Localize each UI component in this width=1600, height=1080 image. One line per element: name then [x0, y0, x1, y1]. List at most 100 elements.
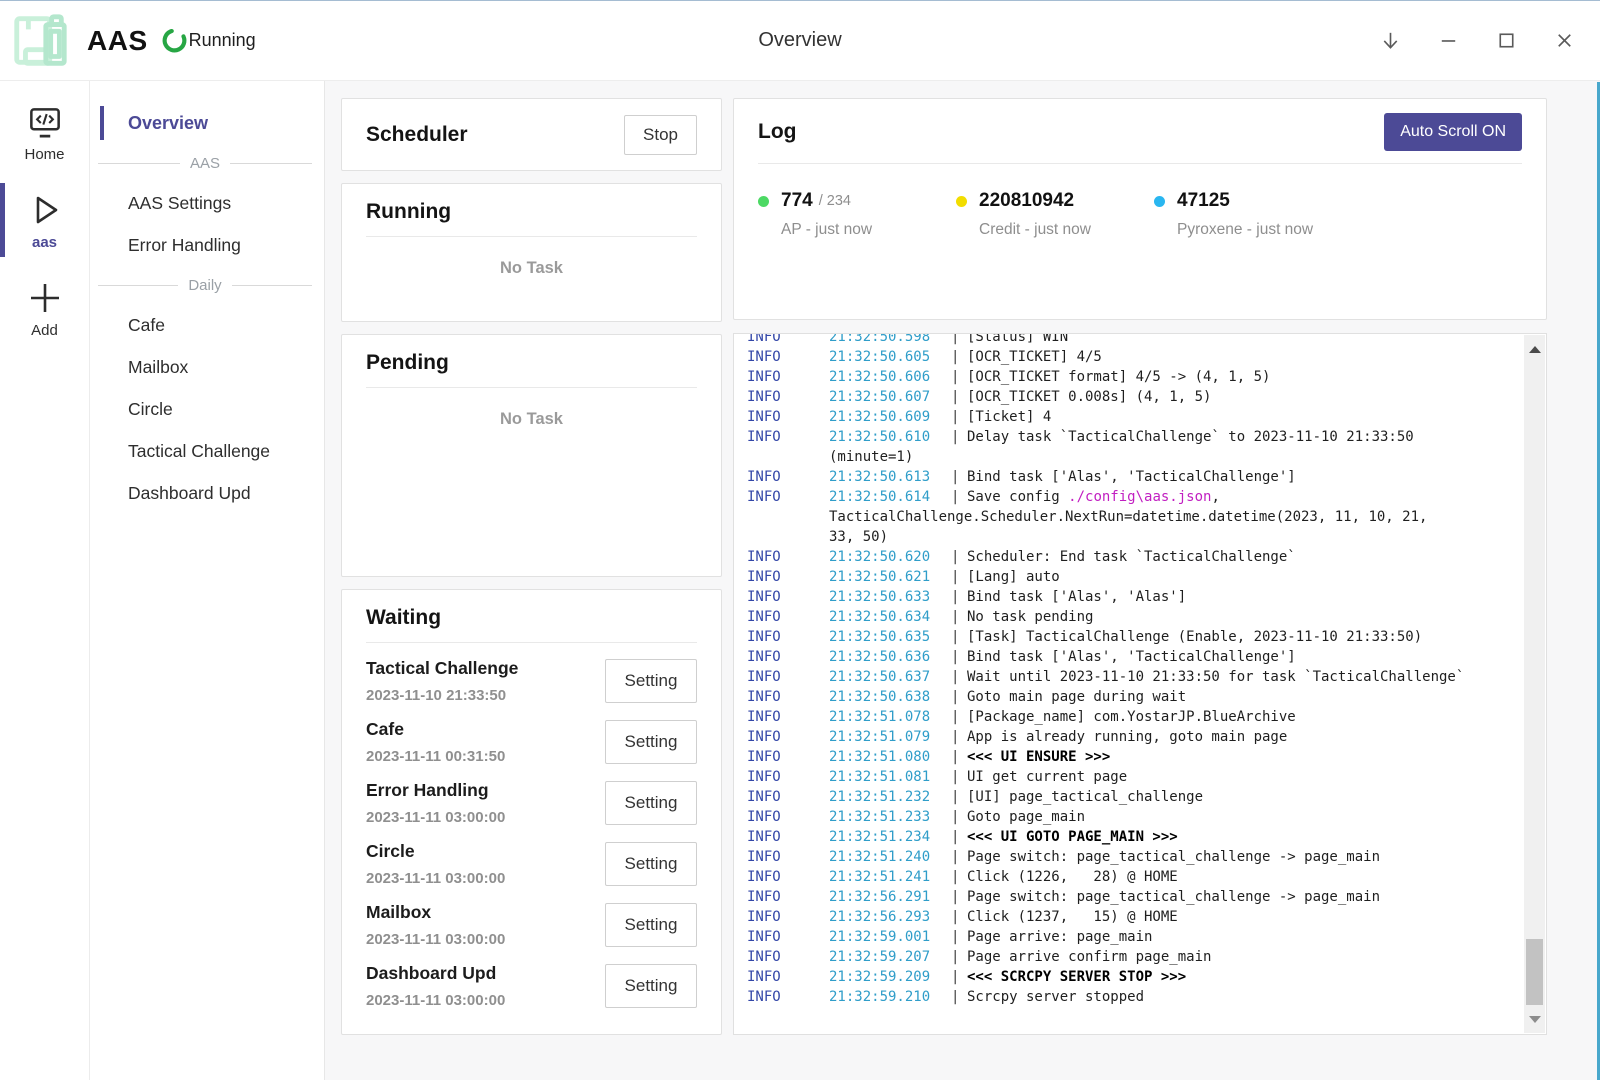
pending-title: Pending [366, 351, 697, 375]
app-logo: AAS Running [0, 10, 256, 72]
log-line: INFO 21:32:50.638 | Goto main page durin… [747, 687, 1512, 707]
sidebar-section-divider: Daily [90, 266, 324, 304]
log-line-continuation: TacticalChallenge.Scheduler.NextRun=date… [747, 507, 1512, 527]
log-console[interactable]: INFO 21:32:50.598 | [Status] WIN INFO 21… [733, 333, 1547, 1035]
task-setting-button[interactable]: Setting [605, 964, 697, 1008]
log-line: INFO 21:32:56.293 | Click (1237, 15) @ H… [747, 907, 1512, 927]
log-line: INFO 21:32:50.607 | [OCR_TICKET 0.008s] … [747, 387, 1512, 407]
stat-dot-icon [956, 196, 967, 207]
log-line: INFO 21:32:56.291 | Page switch: page_ta… [747, 887, 1512, 907]
rail-item-add[interactable]: Add [0, 275, 89, 341]
log-card: Log Auto Scroll ON 774 / 234 AP - just n… [733, 98, 1547, 320]
log-line: INFO 21:32:50.598 | [Status] WIN [747, 333, 1512, 347]
log-line: INFO 21:32:51.079 | App is already runni… [747, 727, 1512, 747]
task-next-run-time: 2023-11-11 03:00:00 [366, 992, 505, 1009]
task-name: Tactical Challenge [366, 658, 518, 679]
task-next-run-time: 2023-11-10 21:33:50 [366, 687, 518, 704]
task-name: Error Handling [366, 780, 505, 801]
log-line-continuation: (minute=1) [747, 447, 1512, 467]
pending-card: Pending No Task [341, 334, 722, 577]
scroll-down-arrow-icon[interactable] [1524, 1009, 1545, 1029]
sidebar-item-tactical-challenge[interactable]: Tactical Challenge [90, 430, 324, 472]
dashboard-stats: 774 / 234 AP - just now 220810942 Credit… [758, 190, 1522, 239]
minimize-icon[interactable] [1436, 29, 1460, 53]
log-line: INFO 21:32:59.001 | Page arrive: page_ma… [747, 927, 1512, 947]
sidebar-item-overview[interactable]: Overview [90, 102, 324, 144]
log-line: INFO 21:32:50.614 | Save config ./config… [747, 487, 1512, 507]
sidebar-item-aas-settings[interactable]: AAS Settings [90, 182, 324, 224]
log-line: INFO 21:32:51.080 | <<< UI ENSURE >>> [747, 747, 1512, 767]
task-next-run-time: 2023-11-11 03:00:00 [366, 931, 505, 948]
stat-dot-icon [1154, 196, 1165, 207]
rail-item-home[interactable]: Home [0, 101, 89, 165]
task-name: Mailbox [366, 902, 505, 923]
log-line: INFO 21:32:51.240 | Page switch: page_ta… [747, 847, 1512, 867]
task-setting-button[interactable]: Setting [605, 781, 697, 825]
log-line: INFO 21:32:51.232 | [UI] page_tactical_c… [747, 787, 1512, 807]
waiting-task-mailbox: Mailbox 2023-11-11 03:00:00 Setting [366, 902, 697, 948]
scheduler-title: Scheduler [366, 123, 468, 147]
log-line: INFO 21:32:50.610 | Delay task `Tactical… [747, 427, 1512, 447]
running-title: Running [366, 200, 697, 224]
close-icon[interactable] [1552, 29, 1576, 53]
waiting-title: Waiting [366, 606, 697, 630]
sidebar-item-cafe[interactable]: Cafe [90, 304, 324, 346]
log-line: INFO 21:32:51.233 | Goto page_main [747, 807, 1512, 827]
stat-pyroxene-just-now: 47125 Pyroxene - just now [1154, 190, 1352, 239]
log-line: INFO 21:32:50.605 | [OCR_TICKET] 4/5 [747, 347, 1512, 367]
log-line-continuation: 33, 50) [747, 527, 1512, 547]
task-setting-button[interactable]: Setting [605, 842, 697, 886]
waiting-task-error-handling: Error Handling 2023-11-11 03:00:00 Setti… [366, 780, 697, 826]
waiting-task-tactical-challenge: Tactical Challenge 2023-11-10 21:33:50 S… [366, 658, 697, 704]
rail-item-aas[interactable]: aas [0, 187, 89, 253]
task-setting-button[interactable]: Setting [605, 659, 697, 703]
maximize-icon[interactable] [1494, 29, 1518, 53]
log-line: INFO 21:32:59.209 | <<< SCRCPY SERVER ST… [747, 967, 1512, 987]
log-line: INFO 21:32:59.210 | Scrcpy server stoppe… [747, 987, 1512, 1007]
sidebar-item-mailbox[interactable]: Mailbox [90, 346, 324, 388]
plus-icon [26, 279, 64, 317]
scheduler-status-text: Running [189, 30, 256, 51]
app-window: AAS Running Overview [0, 0, 1600, 1080]
icon-rail: Home aas Add [0, 81, 90, 1080]
log-line: INFO 21:32:51.241 | Click (1226, 28) @ H… [747, 867, 1512, 887]
log-title: Log [758, 120, 796, 144]
task-next-run-time: 2023-11-11 03:00:00 [366, 809, 505, 826]
task-setting-button[interactable]: Setting [605, 903, 697, 947]
log-line: INFO 21:32:50.637 | Wait until 2023-11-1… [747, 667, 1512, 687]
waiting-task-cafe: Cafe 2023-11-11 00:31:50 Setting [366, 719, 697, 765]
waiting-card: Waiting Tactical Challenge 2023-11-10 21… [341, 589, 722, 1035]
log-line: INFO 21:32:50.620 | Scheduler: End task … [747, 547, 1512, 567]
log-line: INFO 21:32:51.081 | UI get current page [747, 767, 1512, 787]
sidebar-item-circle[interactable]: Circle [90, 388, 324, 430]
sidebar-item-error-handling[interactable]: Error Handling [90, 224, 324, 266]
log-scrollbar-thumb[interactable] [1526, 939, 1543, 1005]
task-name: Dashboard Upd [366, 963, 505, 984]
task-setting-button[interactable]: Setting [605, 720, 697, 764]
config-sidebar: Overview AAS AAS Settings Error Handling… [90, 81, 325, 1080]
window-controls [1378, 29, 1600, 53]
titlebar: AAS Running Overview [0, 1, 1600, 81]
task-next-run-time: 2023-11-11 03:00:00 [366, 870, 505, 887]
play-icon [25, 191, 65, 229]
scheduler-stop-button[interactable]: Stop [624, 115, 697, 155]
stat-dot-icon [758, 196, 769, 207]
stat-ap-just-now: 774 / 234 AP - just now [758, 190, 956, 239]
scheduler-card: Scheduler Stop [341, 98, 722, 171]
app-logo-icon [9, 10, 71, 72]
running-spinner-icon [161, 27, 188, 54]
sidebar-item-dashboard-upd[interactable]: Dashboard Upd [90, 472, 324, 514]
scroll-up-arrow-icon[interactable] [1524, 339, 1545, 359]
log-line: INFO 21:32:50.636 | Bind task ['Alas', '… [747, 647, 1512, 667]
running-card: Running No Task [341, 183, 722, 322]
log-line: INFO 21:32:50.609 | [Ticket] 4 [747, 407, 1512, 427]
waiting-task-circle: Circle 2023-11-11 03:00:00 Setting [366, 841, 697, 887]
log-line: INFO 21:32:50.621 | [Lang] auto [747, 567, 1512, 587]
app-name: AAS [87, 25, 148, 57]
log-line: INFO 21:32:51.234 | <<< UI GOTO PAGE_MAI… [747, 827, 1512, 847]
log-scrollbar[interactable] [1524, 335, 1545, 1033]
stat-credit-just-now: 220810942 Credit - just now [956, 190, 1154, 239]
auto-scroll-toggle-button[interactable]: Auto Scroll ON [1384, 113, 1522, 151]
download-update-icon[interactable] [1378, 29, 1402, 53]
log-line: INFO 21:32:59.207 | Page arrive confirm … [747, 947, 1512, 967]
